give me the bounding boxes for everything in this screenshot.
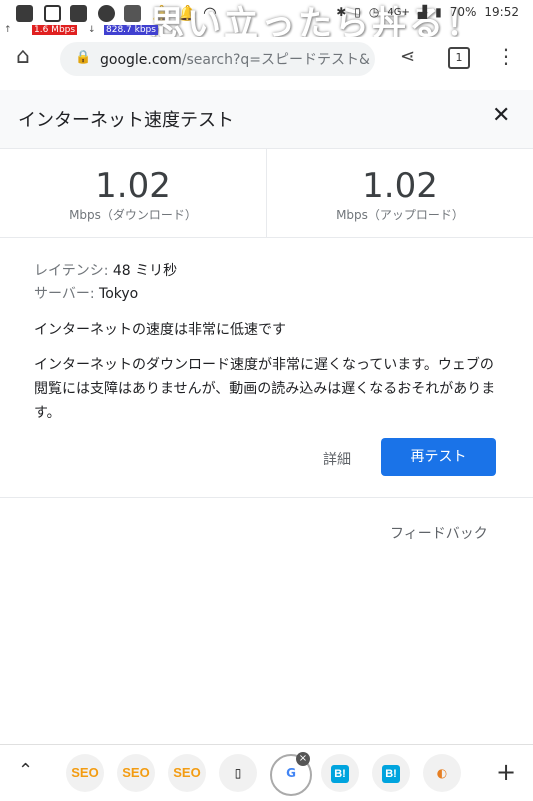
- server-value: Tokyo: [99, 286, 139, 302]
- app-notification-icon: [16, 5, 33, 22]
- latency-value: 48 ミリ秒: [112, 263, 178, 279]
- tab-hatena-2[interactable]: B!: [372, 754, 410, 792]
- mail-icon: [70, 5, 87, 22]
- tab-hatena-1[interactable]: B!: [321, 754, 359, 792]
- speed-summary: インターネットの速度は非常に低速です: [34, 322, 286, 338]
- up-arrow-icon: ↑: [4, 25, 12, 35]
- down-arrow-icon: ↓: [88, 25, 96, 35]
- close-icon[interactable]: ✕: [492, 103, 510, 128]
- url-domain: google.com: [100, 52, 182, 68]
- instagram-icon: [44, 5, 61, 22]
- hatena-label: B!: [331, 764, 349, 783]
- chevron-up-icon[interactable]: ⌃: [18, 760, 33, 781]
- battery-percent: 70%: [449, 5, 477, 19]
- hatena-label: B!: [382, 764, 400, 783]
- tab-seo-3[interactable]: SEO: [168, 754, 206, 792]
- download-speed-value: 1.02: [95, 166, 171, 206]
- tab-switcher-button[interactable]: 1: [448, 47, 470, 69]
- image-icon: [124, 5, 141, 22]
- speed-description: インターネットのダウンロード速度が非常に遅くなっています。ウェブの閲覧には支障は…: [34, 357, 496, 421]
- network-speed-bar: ↑ 1.6 Mbps ↓ 828.7 kbps: [0, 25, 533, 37]
- tab-app-icon[interactable]: ◐: [423, 754, 461, 792]
- server-row: サーバー: Tokyo: [34, 283, 138, 303]
- tab-phone-icon[interactable]: ▯: [219, 754, 257, 792]
- tab-seo-2[interactable]: SEO: [117, 754, 155, 792]
- share-icon[interactable]: ⋖: [400, 46, 415, 67]
- url-path: /search?q=スピードテスト&: [181, 52, 370, 68]
- download-speed-label: Mbps（ダウンロード）: [69, 208, 197, 222]
- battery-icon: ▮: [435, 5, 442, 19]
- lock-icon: 🔒: [75, 50, 92, 65]
- server-label: サーバー:: [34, 286, 95, 302]
- network-type: 4G+: [387, 6, 410, 18]
- url-text[interactable]: google.com/search?q=スピードテスト&: [100, 49, 370, 69]
- alarm-icon: ◷: [368, 5, 380, 19]
- divider: [0, 497, 533, 498]
- latency-row: レイテンシ: 48 ミリ秒: [34, 260, 177, 280]
- details-button[interactable]: 詳細: [323, 449, 351, 469]
- page-title: インターネット速度テスト: [18, 110, 234, 131]
- close-tab-icon[interactable]: ×: [296, 752, 310, 766]
- feedback-link[interactable]: フィードバック: [390, 523, 488, 543]
- menu-icon[interactable]: ⋮: [496, 44, 516, 68]
- system-status: ✱ ▯ ◷ 4G+ ▟ ▮ 70% 19:52: [336, 5, 519, 19]
- upload-speed-label: Mbps（アップロード）: [336, 208, 464, 222]
- upload-rate: 1.6 Mbps: [32, 25, 78, 35]
- vibrate-icon: ▯: [354, 5, 361, 19]
- clock: 19:52: [484, 5, 519, 19]
- bluetooth-icon: ✱: [336, 5, 347, 19]
- upload-speed-value: 1.02: [362, 166, 438, 206]
- retest-button[interactable]: 再テスト: [381, 438, 496, 476]
- record-icon: [98, 5, 115, 22]
- download-rate: 828.7 kbps: [104, 25, 158, 35]
- latency-label: レイテンシ:: [34, 263, 109, 279]
- new-tab-icon[interactable]: +: [496, 758, 516, 786]
- tab-seo-1[interactable]: SEO: [66, 754, 104, 792]
- signal-icon: ▟: [417, 5, 428, 19]
- status-bar: 🔔 🔔 ◠ 思い立ったら丼る！ ✱ ▯ ◷ 4G+ ▟ ▮ 70% 19:52: [0, 0, 533, 44]
- home-icon[interactable]: ⌂: [16, 44, 30, 69]
